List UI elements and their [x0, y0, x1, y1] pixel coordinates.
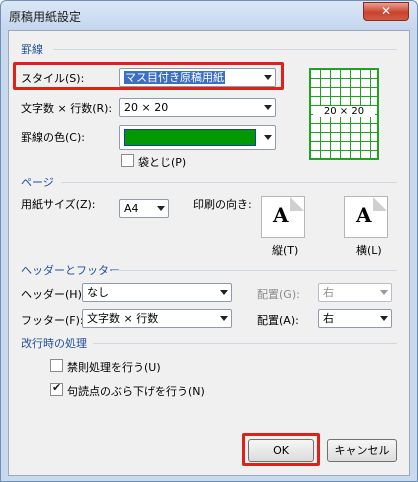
page-corner-icon [373, 197, 387, 211]
header-value: なし [87, 286, 109, 299]
section-divider [53, 49, 397, 50]
kinsoku-checkbox[interactable] [50, 359, 63, 372]
chevron-down-icon [220, 290, 228, 295]
style-select[interactable]: マス目付き原稿用紙 [119, 68, 276, 87]
burasage-label: 句読点のぶら下げを行う(N) [67, 385, 205, 398]
chevron-down-icon [380, 316, 388, 321]
chars-lines-select[interactable]: 20 × 20 [119, 98, 276, 117]
orientation-label: 印刷の向き: [193, 198, 252, 211]
section-divider [93, 343, 397, 344]
landscape-label[interactable]: 横(L) [356, 242, 382, 258]
portrait-option[interactable]: A [261, 196, 305, 238]
style-select-value: マス目付き原稿用紙 [124, 71, 225, 84]
header-align-select: 右 [318, 283, 392, 302]
section-divider [61, 182, 397, 183]
header-align-label: 配置(G): [257, 288, 300, 301]
color-swatch [124, 129, 256, 146]
landscape-icon: A [356, 203, 372, 227]
section-title-page: ページ [21, 176, 54, 189]
window-title: 原稿用紙設定 [9, 10, 82, 24]
section-title-line-break: 改行時の処理 [21, 337, 87, 350]
header-select[interactable]: なし [82, 283, 232, 302]
section-title-header-footer: ヘッダーとフッター [21, 264, 120, 277]
chevron-down-icon [264, 105, 272, 110]
landscape-option[interactable]: A [344, 196, 388, 238]
style-label: スタイル(S): [21, 72, 85, 85]
line-color-select[interactable] [119, 125, 276, 150]
chevron-down-icon [380, 290, 388, 295]
close-button[interactable]: ✕ [363, 2, 409, 21]
section-divider [112, 270, 397, 271]
footer-align-select[interactable]: 右 [318, 309, 392, 328]
footer-align-value: 右 [323, 312, 334, 325]
page-corner-icon [290, 197, 304, 211]
footer-select[interactable]: 文字数 × 行数 [82, 309, 232, 328]
portrait-label[interactable]: 縦(T) [272, 242, 298, 258]
fukuro-toji-label: 袋とじ(P) [138, 156, 187, 169]
chevron-down-icon [157, 206, 165, 211]
paper-size-value: A4 [124, 202, 139, 215]
chevron-down-icon [220, 316, 228, 321]
section-title-keisen: 罫線 [21, 43, 43, 56]
grid-preview-label: 20 × 20 [313, 106, 375, 117]
dialog-window: 原稿用紙設定 ✕ 罫線 スタイル(S): マス目付き原稿用紙 文字数 × 行数(… [0, 0, 418, 482]
footer-label: フッター(F): [21, 314, 84, 327]
line-color-label: 罫線の色(C): [21, 131, 85, 144]
footer-align-label: 配置(A): [257, 314, 299, 327]
fukuro-toji-checkbox[interactable] [121, 154, 134, 167]
chars-lines-value: 20 × 20 [124, 101, 169, 114]
footer-value: 文字数 × 行数 [87, 312, 159, 325]
grid-preview: 20 × 20 [309, 68, 379, 160]
header-label: ヘッダー(H): [21, 288, 86, 301]
paper-size-select[interactable]: A4 [119, 199, 169, 218]
cancel-button[interactable]: キャンセル [327, 439, 397, 462]
dialog-body: 罫線 スタイル(S): マス目付き原稿用紙 文字数 × 行数(R): 20 × … [8, 30, 410, 476]
title-bar[interactable]: 原稿用紙設定 ✕ [1, 1, 417, 30]
header-align-value: 右 [323, 286, 334, 299]
ok-button[interactable]: OK [248, 439, 314, 462]
chevron-down-icon [264, 75, 272, 80]
burasage-checkbox[interactable] [50, 381, 63, 396]
portrait-icon: A [273, 203, 289, 227]
chars-lines-label: 文字数 × 行数(R): [21, 102, 113, 115]
paper-size-label: 用紙サイズ(Z): [21, 198, 96, 211]
chevron-down-icon [264, 135, 272, 140]
kinsoku-label: 禁則処理を行う(U) [67, 361, 161, 374]
